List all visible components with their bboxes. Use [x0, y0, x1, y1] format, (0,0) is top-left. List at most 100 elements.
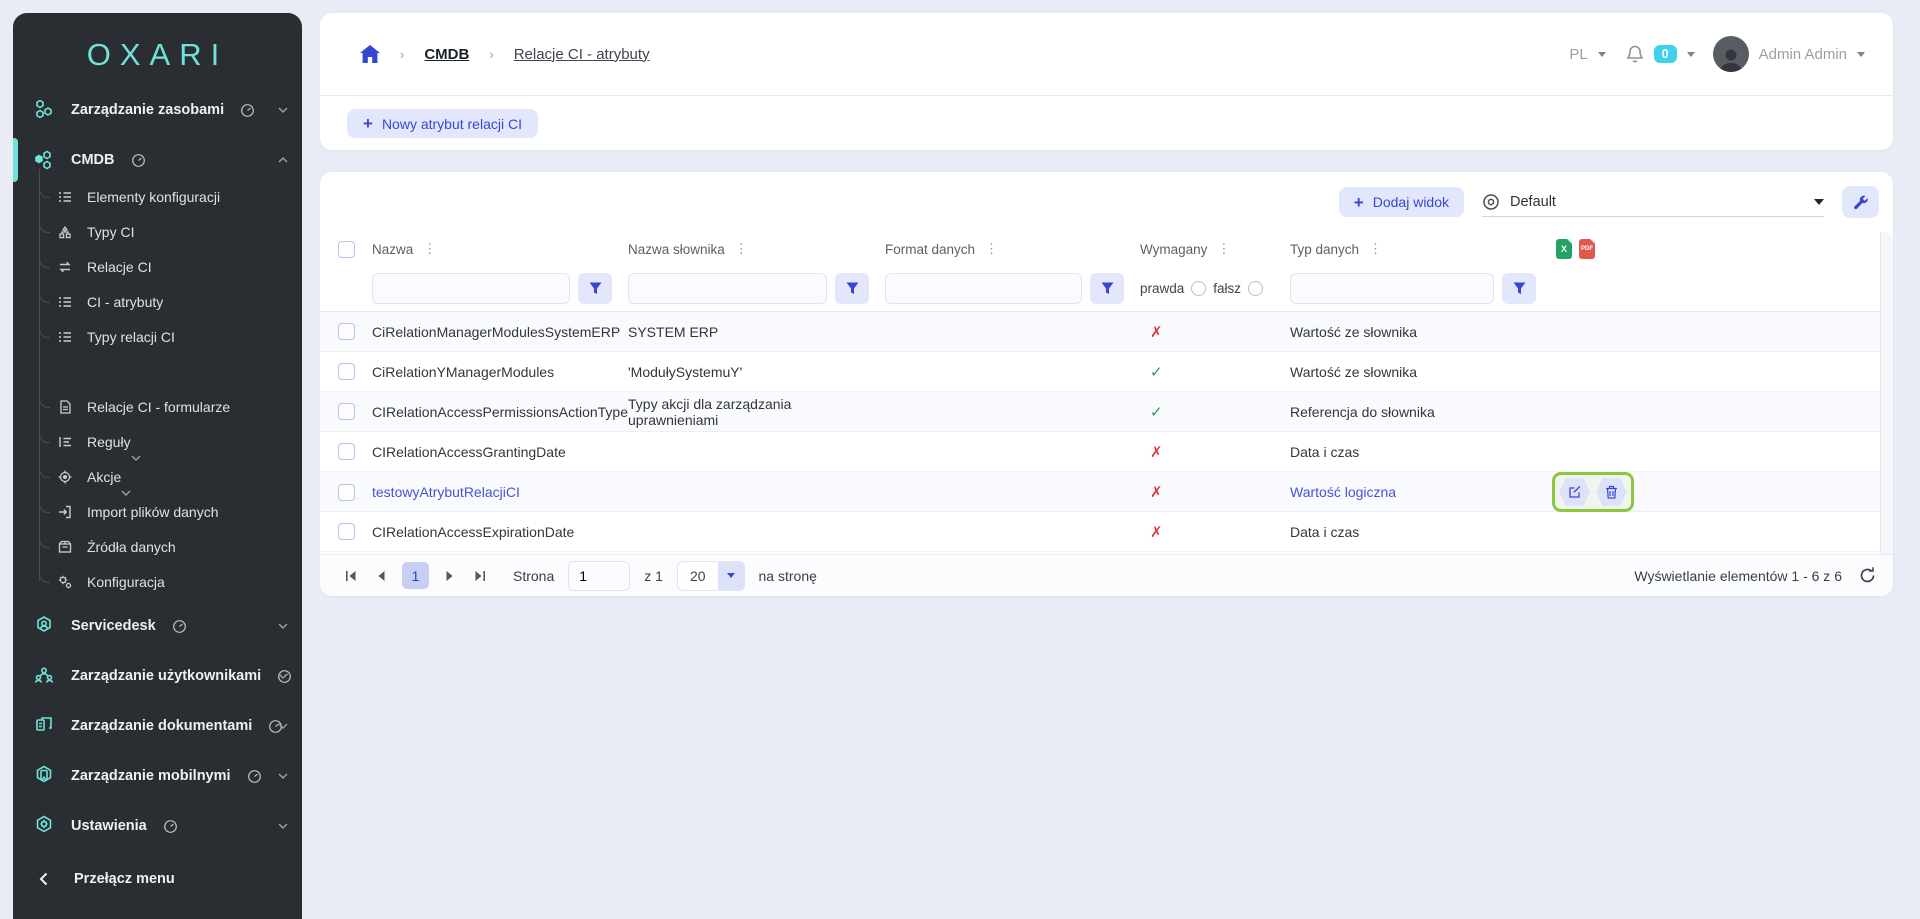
refresh-icon[interactable]	[1858, 566, 1877, 585]
table-row[interactable]: CiRelationYManagerModules 'ModułySystemu…	[320, 352, 1880, 392]
sidebar: OXARI Zarządzanie zasobami CMDB Elementy…	[13, 13, 302, 919]
cell-nazwa-link[interactable]: testowyAtrybutRelacjiCI	[372, 484, 628, 500]
filter-button[interactable]	[835, 273, 869, 304]
sidebar-item-zrodla-danych[interactable]: Źródła danych	[13, 529, 302, 564]
table-row[interactable]: CIRelationAccessGrantingDate ✗ Data i cz…	[320, 432, 1880, 472]
sidebar-item-konfiguracja[interactable]: Konfiguracja	[13, 564, 302, 599]
bell-icon[interactable]	[1626, 44, 1644, 64]
export-pdf-icon[interactable]: PDF	[1579, 239, 1595, 259]
sidebar-item-akcje[interactable]: Akcje	[13, 459, 302, 494]
filter-button[interactable]	[578, 273, 612, 304]
list-icon	[57, 189, 73, 205]
column-menu-icon[interactable]: ⋮	[1215, 241, 1232, 257]
filter-input-format-danych[interactable]	[885, 273, 1082, 304]
caret-down-icon	[718, 562, 744, 590]
table-scrollbar[interactable]	[1880, 232, 1893, 554]
sidebar-item-zarzadzanie-uzytkownikami[interactable]: Zarządzanie użytkownikami	[13, 651, 302, 701]
page-number-input[interactable]	[568, 561, 630, 591]
select-all-checkbox[interactable]	[338, 241, 355, 258]
filter-required-false-radio[interactable]	[1248, 281, 1263, 296]
previous-page-button[interactable]	[374, 568, 388, 584]
sidebar-item-relacje-ci-atrybuty[interactable]: Relacje CI - atrybuty	[13, 354, 302, 389]
sidebar-item-import-plikow-danych[interactable]: Import plików danych	[13, 494, 302, 529]
cell-nazwa: CIRelationAccessGrantingDate	[372, 444, 628, 460]
per-page-selector[interactable]: 20	[677, 561, 745, 591]
per-page-label: na stronę	[759, 568, 817, 584]
row-checkbox[interactable]	[338, 443, 355, 460]
cell-nazwa-slownika: Typy akcji dla zarządzania uprawnieniami	[628, 396, 885, 428]
filter-input-nazwa-slownika[interactable]	[628, 273, 827, 304]
cell-nazwa: CiRelationYManagerModules	[372, 364, 628, 380]
view-icon	[1482, 193, 1500, 211]
breadcrumb-link-cmdb[interactable]: CMDB	[424, 46, 469, 63]
sidebar-item-relacje-ci-formularze[interactable]: Relacje CI - formularze	[13, 389, 302, 424]
sidebar-item-typy-ci[interactable]: Typy CI	[13, 214, 302, 249]
page-number-button[interactable]: 1	[402, 562, 429, 589]
last-page-button[interactable]	[471, 568, 489, 584]
row-checkbox[interactable]	[338, 523, 355, 540]
sidebar-item-elementy-konfiguracji[interactable]: Elementy konfiguracji	[13, 179, 302, 214]
table-row[interactable]: CIRelationAccessPermissionsActionType Ty…	[320, 392, 1880, 432]
export-excel-icon[interactable]: X	[1556, 239, 1572, 259]
edit-row-button[interactable]	[1559, 478, 1590, 506]
avatar[interactable]	[1713, 36, 1749, 72]
column-menu-icon[interactable]: ⋮	[733, 241, 750, 257]
caret-down-icon[interactable]	[1857, 52, 1865, 57]
next-page-icon	[445, 570, 455, 582]
add-view-button[interactable]: + Dodaj widok	[1339, 187, 1464, 217]
collapse-menu-button[interactable]: Przełącz menu	[13, 856, 302, 902]
rules-icon	[57, 434, 73, 450]
sidebar-item-zarzadzanie-zasobami[interactable]: Zarządzanie zasobami	[13, 85, 302, 135]
delete-row-button[interactable]	[1596, 478, 1627, 506]
home-icon[interactable]	[360, 45, 380, 63]
column-menu-icon[interactable]: ⋮	[1367, 241, 1384, 257]
next-page-button[interactable]	[443, 568, 457, 584]
table-row-highlighted[interactable]: testowyAtrybutRelacjiCI ✗ Wartość logicz…	[320, 472, 1880, 512]
filter-input-typ-danych[interactable]	[1290, 273, 1494, 304]
filter-button[interactable]	[1090, 273, 1124, 304]
required-cross-icon: ✗	[1140, 523, 1163, 541]
required-check-icon: ✓	[1140, 403, 1163, 421]
gauge-icon	[131, 153, 146, 168]
table-row[interactable]: CiRelationManagerModulesSystemERP SYSTEM…	[320, 312, 1880, 352]
sidebar-item-cmdb[interactable]: CMDB	[13, 135, 302, 185]
sidebar-item-servicedesk[interactable]: Servicedesk	[13, 601, 302, 651]
new-relation-attribute-button[interactable]: + Nowy atrybut relacji CI	[347, 109, 538, 138]
filter-input-nazwa[interactable]	[372, 273, 570, 304]
required-cross-icon: ✗	[1140, 443, 1163, 461]
funnel-icon	[846, 282, 859, 295]
sidebar-item-relacje-ci[interactable]: Relacje CI	[13, 249, 302, 284]
caret-down-icon[interactable]	[1598, 52, 1606, 57]
language-selector[interactable]: PL	[1569, 46, 1587, 63]
view-selector[interactable]: Default	[1482, 187, 1824, 217]
required-cross-icon: ✗	[1140, 323, 1163, 341]
filter-button[interactable]	[1502, 273, 1536, 304]
first-page-button[interactable]	[342, 568, 360, 584]
table-row[interactable]: CIRelationAccessExpirationDate ✗ Data i …	[320, 512, 1880, 552]
breadcrumb-separator-icon: ›	[489, 47, 493, 62]
breadcrumb-current[interactable]: Relacje CI - atrybuty	[514, 46, 650, 63]
required-cross-icon: ✗	[1140, 483, 1163, 501]
user-menu[interactable]: Admin Admin	[1759, 46, 1847, 63]
sidebar-item-ustawienia[interactable]: Ustawienia	[13, 801, 302, 851]
grid-settings-button[interactable]	[1842, 186, 1879, 218]
page-header-card: › CMDB › Relacje CI - atrybuty PL 0 Admi…	[320, 13, 1893, 150]
row-checkbox[interactable]	[338, 403, 355, 420]
sidebar-item-reguly[interactable]: Reguły	[13, 424, 302, 459]
link-icon	[71, 363, 88, 380]
table-body: CiRelationManagerModulesSystemERP SYSTEM…	[320, 312, 1880, 552]
notification-badge[interactable]: 0	[1654, 45, 1677, 63]
filter-required-true-radio[interactable]	[1191, 281, 1206, 296]
row-checkbox[interactable]	[338, 484, 355, 501]
sidebar-item-ci-atrybuty[interactable]: CI - atrybuty	[13, 284, 302, 319]
caret-down-icon[interactable]	[1687, 52, 1695, 57]
sidebar-item-typy-relacji-ci[interactable]: Typy relacji CI	[13, 319, 302, 354]
column-menu-icon[interactable]: ⋮	[421, 241, 438, 257]
row-checkbox[interactable]	[338, 363, 355, 380]
row-checkbox[interactable]	[338, 323, 355, 340]
sidebar-item-zarzadzanie-dokumentami[interactable]: Zarządzanie dokumentami	[13, 701, 302, 751]
column-menu-icon[interactable]: ⋮	[983, 241, 1000, 257]
chevron-down-icon	[131, 455, 141, 461]
grid-card: + Dodaj widok Default Nazwa⋮ Nazwa słown…	[320, 172, 1893, 596]
sidebar-item-zarzadzanie-mobilnymi[interactable]: Zarządzanie mobilnymi	[13, 751, 302, 801]
